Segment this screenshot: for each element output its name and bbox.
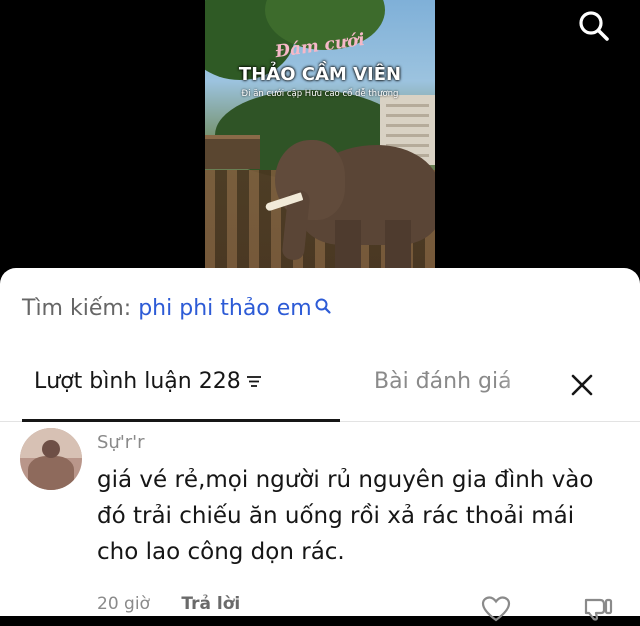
video-preview[interactable]: Đám cưới THẢO CẦM VIÊN Đi ăn cưới cặp Hư… — [205, 0, 435, 270]
comment-count: 228 — [198, 369, 241, 394]
tab-reviews[interactable]: Bài đánh giá — [374, 369, 512, 394]
close-icon[interactable] — [568, 371, 596, 399]
comment-time: 20 giờ — [97, 594, 150, 614]
elephant-leg — [385, 220, 411, 270]
video-subtitle: Đi ăn cưới cặp Hưu cao cổ dễ thương — [241, 89, 399, 99]
search-term-link[interactable]: phi phi thảo em — [138, 296, 312, 321]
search-icon[interactable] — [574, 6, 614, 46]
search-icon[interactable] — [314, 296, 332, 321]
tab-bar: Lượt bình luận 228 Bài đánh giá — [0, 363, 640, 422]
reply-button[interactable]: Trả lời — [181, 594, 240, 614]
video-title: THẢO CẦM VIÊN — [238, 64, 402, 85]
tab-comments-label: Lượt bình luận — [34, 369, 192, 394]
active-tab-indicator — [22, 419, 340, 422]
elephant-leg — [335, 220, 361, 270]
tab-fade-overlay — [500, 363, 560, 419]
comments-sheet: Tìm kiếm: phi phi thảo em Lượt bình luận… — [0, 268, 640, 622]
comment-username[interactable]: Sự'r'r — [97, 432, 145, 453]
tab-comments[interactable]: Lượt bình luận 228 — [22, 363, 340, 422]
search-label: Tìm kiếm: — [22, 296, 132, 321]
filter-icon[interactable] — [245, 370, 263, 395]
heart-icon[interactable] — [481, 596, 511, 622]
dislike-icon[interactable] — [582, 596, 614, 622]
comment-text: giá vé rẻ,mọi người rủ nguyên gia đình v… — [97, 467, 594, 565]
related-search[interactable]: Tìm kiếm: phi phi thảo em — [22, 296, 332, 321]
elephant-head — [275, 140, 345, 220]
pavilion-roof — [205, 135, 260, 169]
avatar[interactable] — [20, 428, 82, 490]
comment-meta: 20 giờ Trả lời — [97, 594, 240, 614]
